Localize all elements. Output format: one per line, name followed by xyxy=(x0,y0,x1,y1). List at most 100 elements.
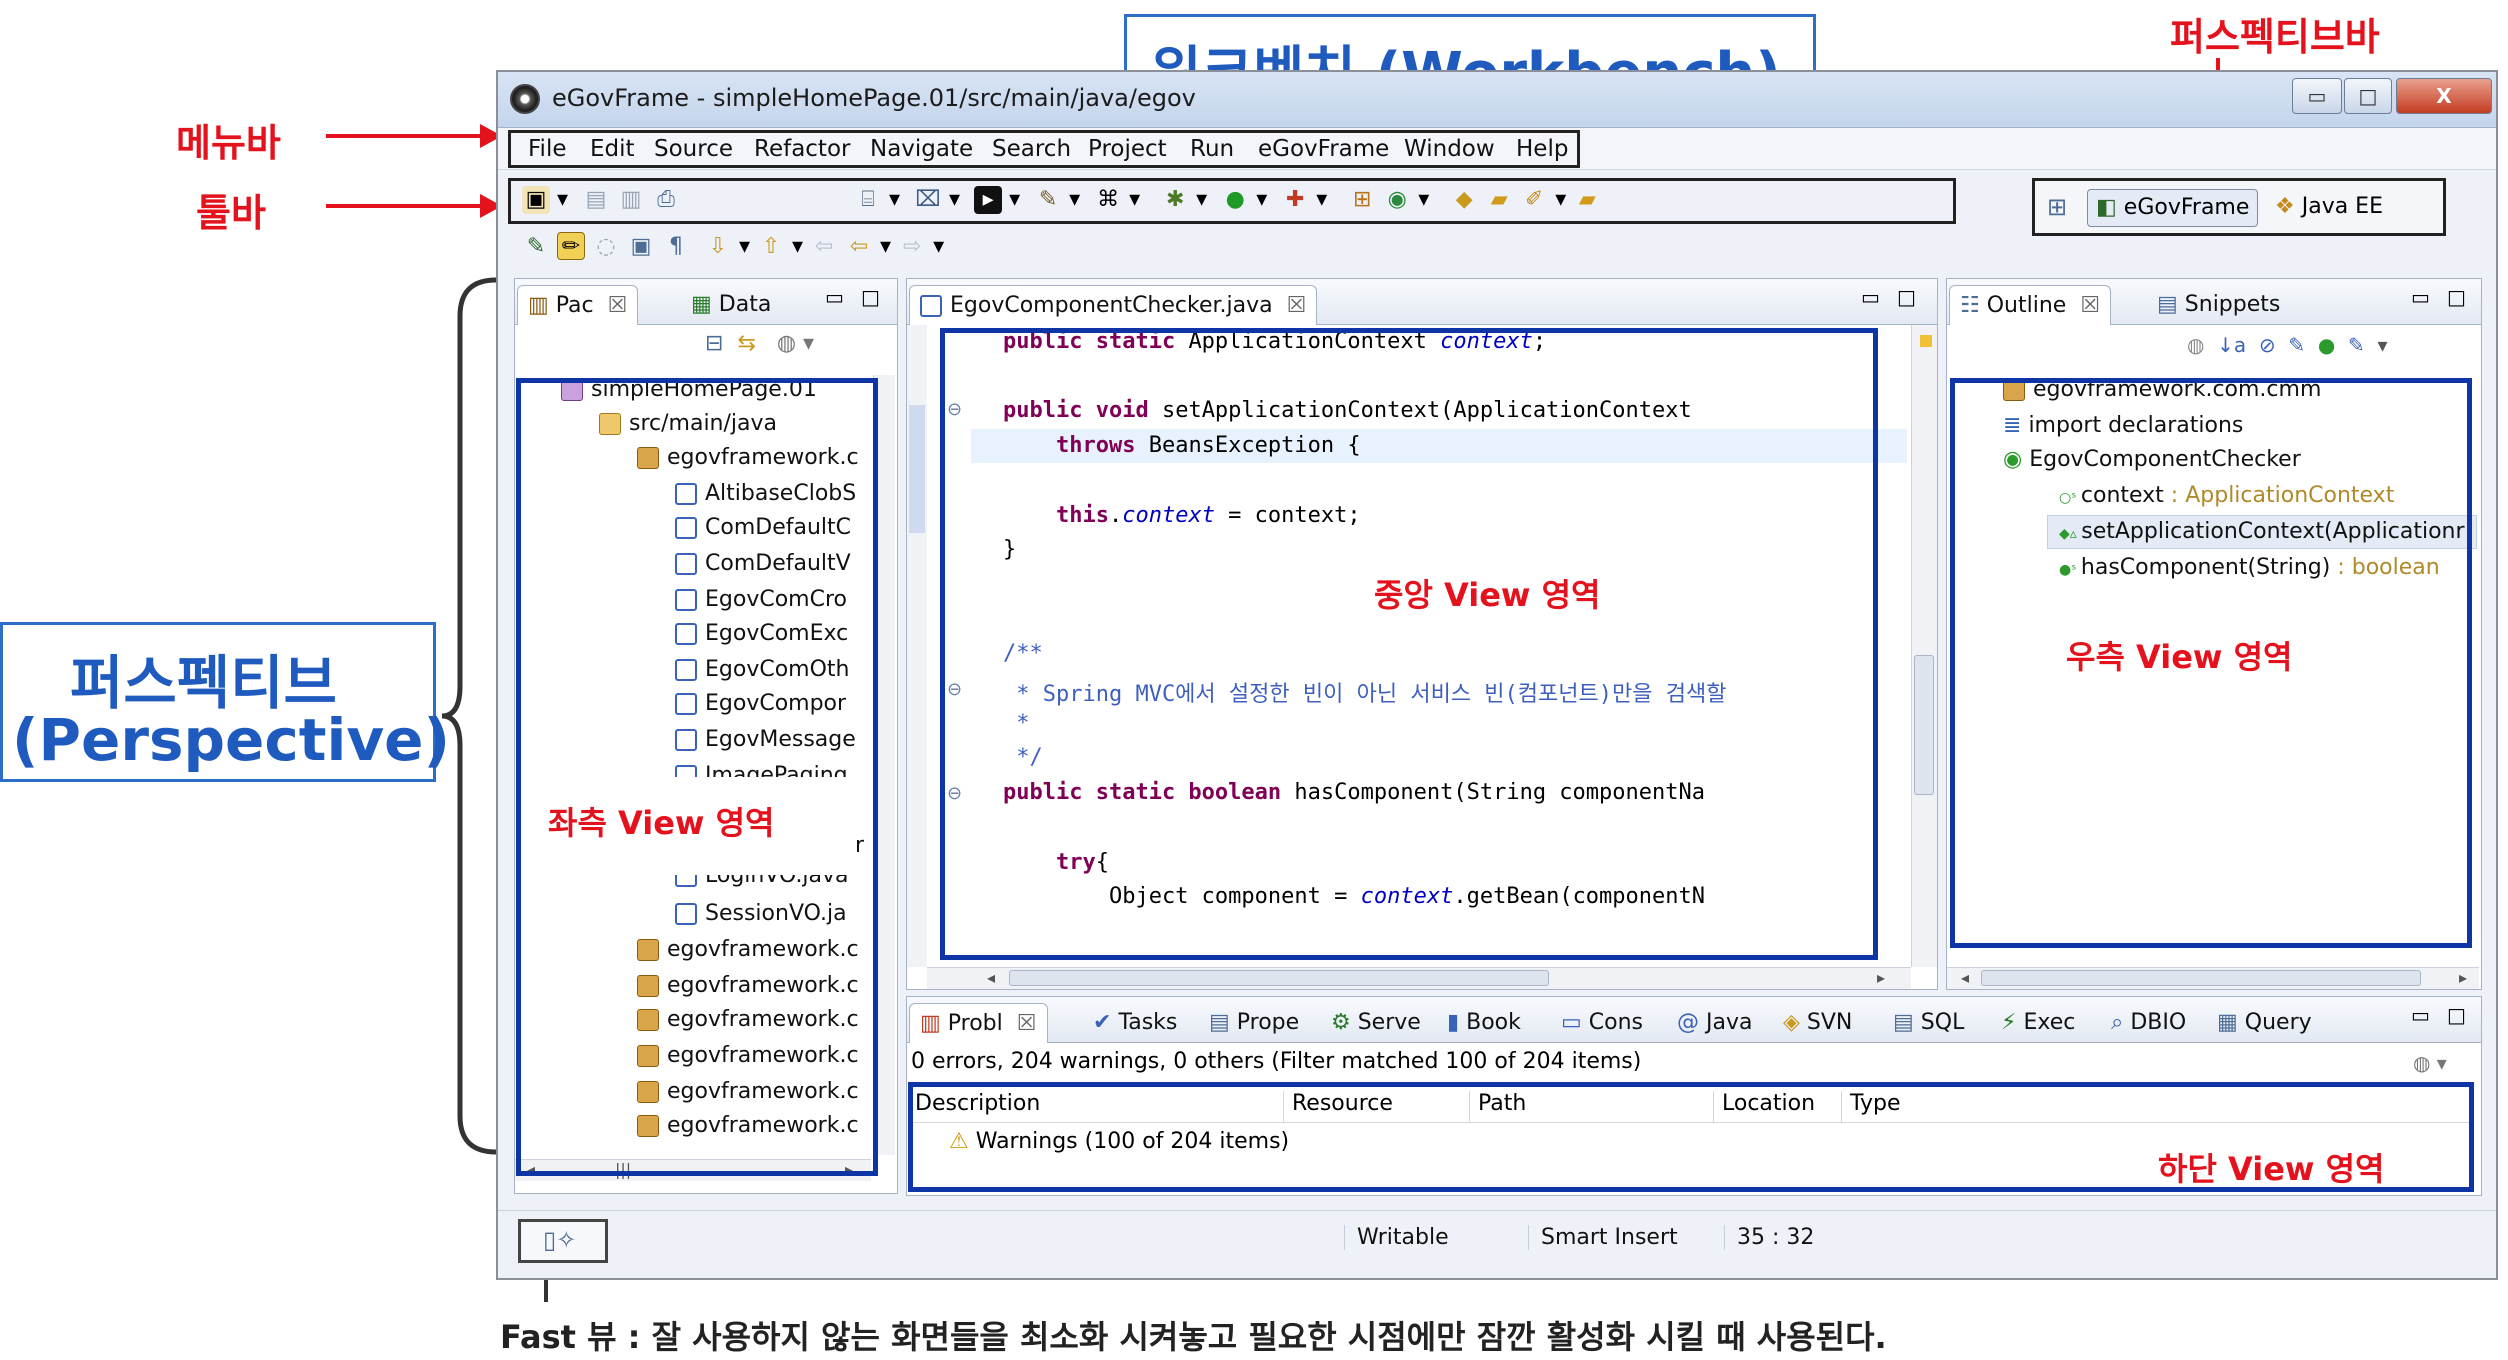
run-icon[interactable]: ● xyxy=(1221,186,1249,214)
forward-icon[interactable]: ⇨ xyxy=(898,233,926,261)
menu-navigate[interactable]: Navigate xyxy=(870,136,973,162)
tab-snippets[interactable]: ▤ Snippets xyxy=(2147,285,2290,325)
perspective-javaee[interactable]: ❖ Java EE xyxy=(2275,189,2383,227)
whitespace-icon[interactable]: ¶ xyxy=(662,233,690,261)
tab-problems[interactable]: ▥ Probl ☒ xyxy=(909,1003,1048,1043)
hide-static-icon[interactable]: ✎ xyxy=(2288,333,2305,357)
tab-outline[interactable]: ☷ Outline ☒ xyxy=(1949,285,2112,325)
toolbar-row-2: ✎ ✏ ◌ ▣ ¶ ⇩ ▾ ⇧ ▾ ⇦ ⇦ ▾ ⇨ ▾ xyxy=(522,232,1322,264)
deploy-icon[interactable]: ⌧ xyxy=(914,186,942,214)
debug-icon[interactable]: ✱ xyxy=(1161,186,1189,214)
maximize-view-icon[interactable]: □ xyxy=(861,285,880,309)
outline-hscroll-thumb[interactable] xyxy=(1981,970,2421,986)
next-annotation-icon[interactable]: ⇩ xyxy=(704,233,732,261)
collapse-all-icon[interactable]: ⊟ xyxy=(705,331,723,356)
hide-nonpublic-icon[interactable]: ● xyxy=(2318,333,2335,357)
tab-properties[interactable]: ▤ Prope xyxy=(1199,1003,1309,1043)
tab-servers[interactable]: ⚙ Serve xyxy=(1321,1003,1431,1043)
hide-fields-icon[interactable]: ⊘ xyxy=(2259,333,2276,357)
tab-package-explorer[interactable]: ▥ Pac ☒ xyxy=(517,285,639,325)
menu-file[interactable]: File xyxy=(528,136,567,162)
class-icon[interactable]: ◉ xyxy=(1383,186,1411,214)
new-icon[interactable]: ▣ xyxy=(522,186,550,214)
tab-dbio[interactable]: ⌕ DBIO xyxy=(2101,1003,2196,1043)
view-menu-icon[interactable]: ▾ xyxy=(2378,333,2388,357)
tab-svn[interactable]: ◈ SVN xyxy=(1773,1003,1862,1043)
menu-help[interactable]: Help xyxy=(1516,136,1568,162)
editor-hscroll-thumb[interactable] xyxy=(1009,970,1549,986)
tab-console[interactable]: ▭ Cons xyxy=(1551,1003,1653,1043)
show-selected-icon[interactable]: ▣ xyxy=(627,233,655,261)
minimize-view-icon[interactable]: ▭ xyxy=(2411,1003,2430,1027)
hide-local-types-icon[interactable]: ✎ xyxy=(2348,333,2365,357)
view-menu-icon[interactable]: ◍ ▾ xyxy=(2413,1051,2447,1075)
command-icon[interactable]: ⌘ xyxy=(1094,186,1122,214)
tab-data[interactable]: ▦ Data xyxy=(681,285,781,325)
tab-tasks[interactable]: ✔ Tasks xyxy=(1083,1003,1187,1043)
mark-occurrences-icon[interactable]: ✎ xyxy=(522,233,550,261)
outline-hscrollbar[interactable]: ◂ ▸ xyxy=(1947,967,2479,989)
highlight-icon[interactable]: ✏ xyxy=(557,232,585,260)
tab-exec[interactable]: ⚡ Exec xyxy=(1991,1003,2085,1043)
maximize-view-icon[interactable]: □ xyxy=(2447,285,2466,309)
sql-icon: ▤ xyxy=(1893,1010,1921,1035)
tab-properties-label: Prope xyxy=(1236,1010,1300,1035)
package-icon[interactable]: ⊞ xyxy=(1348,186,1376,214)
close-icon[interactable]: ☒ xyxy=(608,293,628,318)
save-all-icon[interactable]: ▥ xyxy=(617,186,645,214)
run-external-icon[interactable]: ✚ xyxy=(1281,186,1309,214)
editor-hscrollbar[interactable]: ◂ ▸ xyxy=(927,967,1911,989)
open-type-icon[interactable]: ◆ xyxy=(1450,186,1478,214)
prev-annotation-icon[interactable]: ⇧ xyxy=(757,233,785,261)
tab-query[interactable]: ▦ Query xyxy=(2207,1003,2322,1043)
tab-editor-file[interactable]: EgovComponentChecker.java ☒ xyxy=(909,285,1318,325)
menu-search[interactable]: Search xyxy=(992,136,1071,162)
menu-window[interactable]: Window xyxy=(1404,136,1495,162)
open-resource-icon[interactable]: ▰ xyxy=(1573,186,1601,214)
status-writable: Writable xyxy=(1344,1225,1449,1250)
minimize-view-icon[interactable]: ▭ xyxy=(1861,285,1880,309)
menu-edit[interactable]: Edit xyxy=(590,136,635,162)
menu-project[interactable]: Project xyxy=(1088,136,1167,162)
menu-run[interactable]: Run xyxy=(1190,136,1234,162)
terminal-icon[interactable]: ▸ xyxy=(974,186,1003,214)
maximize-view-icon[interactable]: □ xyxy=(1897,285,1916,309)
editor-scroll-thumb[interactable] xyxy=(1914,655,1934,795)
tab-javadoc[interactable]: @ Java xyxy=(1667,1003,1762,1043)
menu-source[interactable]: Source xyxy=(654,136,733,162)
editor-vscrollbar[interactable] xyxy=(1911,325,1937,967)
tab-sql[interactable]: ▤ SQL xyxy=(1883,1003,1974,1043)
last-edit-icon[interactable]: ⇦ xyxy=(810,233,838,261)
save-icon[interactable]: ▤ xyxy=(582,186,610,214)
minimize-view-icon[interactable]: ▭ xyxy=(2411,285,2430,309)
menu-refactor[interactable]: Refactor xyxy=(754,136,850,162)
close-button[interactable]: X xyxy=(2396,78,2492,114)
sort-icon[interactable]: ↓a xyxy=(2217,333,2246,357)
minimize-button[interactable]: ▭ xyxy=(2292,78,2342,114)
focus-icon[interactable]: ◍ xyxy=(2187,333,2204,357)
close-icon[interactable]: ☒ xyxy=(1287,293,1307,318)
close-icon[interactable]: ☒ xyxy=(2080,293,2100,318)
close-icon[interactable]: ☒ xyxy=(1017,1011,1037,1036)
print-icon[interactable]: ⎙ xyxy=(652,186,680,214)
link-editor-icon[interactable]: ⇆ xyxy=(737,331,755,356)
bottom-tabbar: ▥ Probl ☒ ✔ Tasks ▤ Prope ⚙ Serve ▮ Book… xyxy=(907,997,2481,1043)
back-icon[interactable]: ⇦ xyxy=(845,233,873,261)
maximize-view-icon[interactable]: □ xyxy=(2447,1003,2466,1027)
server-icon[interactable]: ⌸ xyxy=(854,186,882,214)
tab-bookmarks-label: Book xyxy=(1466,1010,1521,1035)
open-perspective-icon[interactable]: ⊞ xyxy=(2047,193,2067,221)
perspective-egovframe[interactable]: ◧ eGovFrame xyxy=(2087,189,2259,227)
maximize-button[interactable]: □ xyxy=(2344,78,2392,114)
open-folder-icon[interactable]: ▰ xyxy=(1485,186,1513,214)
block-select-icon[interactable]: ◌ xyxy=(592,233,620,261)
search-icon[interactable]: ✐ xyxy=(1520,186,1548,214)
minimize-view-icon[interactable]: ▭ xyxy=(825,285,844,309)
bookmarks-icon: ▮ xyxy=(1447,1010,1467,1035)
fast-view-icon[interactable]: ▯✧ xyxy=(543,1226,576,1254)
edit-icon[interactable]: ✎ xyxy=(1034,186,1062,214)
fast-view-bar[interactable]: ▯✧ xyxy=(518,1219,608,1263)
menu-egovframe[interactable]: eGovFrame xyxy=(1258,136,1389,162)
tab-bookmarks[interactable]: ▮ Book xyxy=(1437,1003,1531,1043)
view-menu-icon[interactable]: ◍ ▾ xyxy=(777,331,814,356)
